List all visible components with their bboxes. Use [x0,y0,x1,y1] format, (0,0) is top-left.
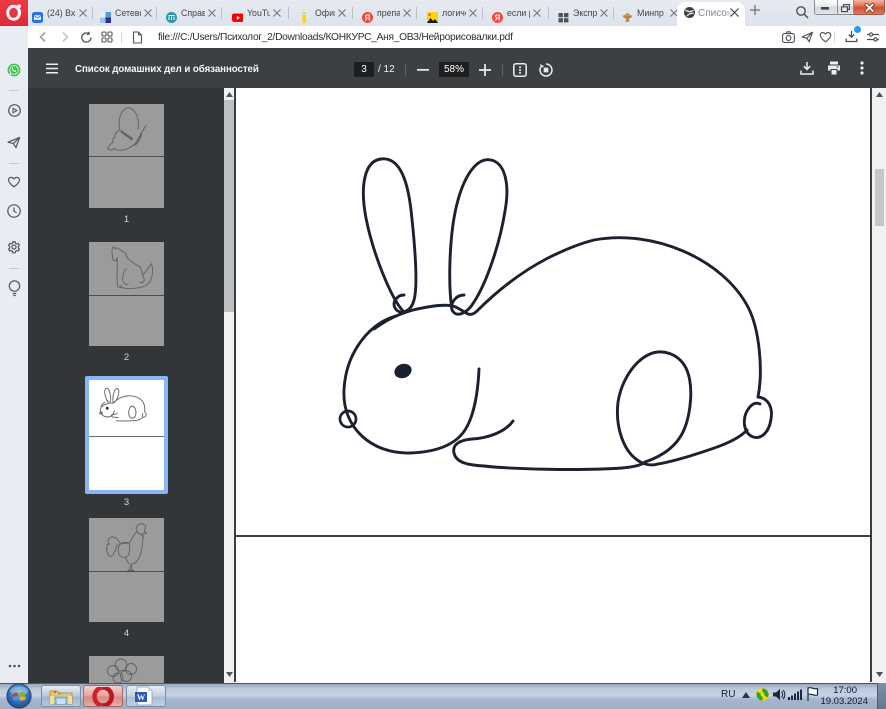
svg-text:Я: Я [365,13,371,22]
svg-text:W: W [137,692,146,702]
svg-text:Я: Я [495,13,501,22]
